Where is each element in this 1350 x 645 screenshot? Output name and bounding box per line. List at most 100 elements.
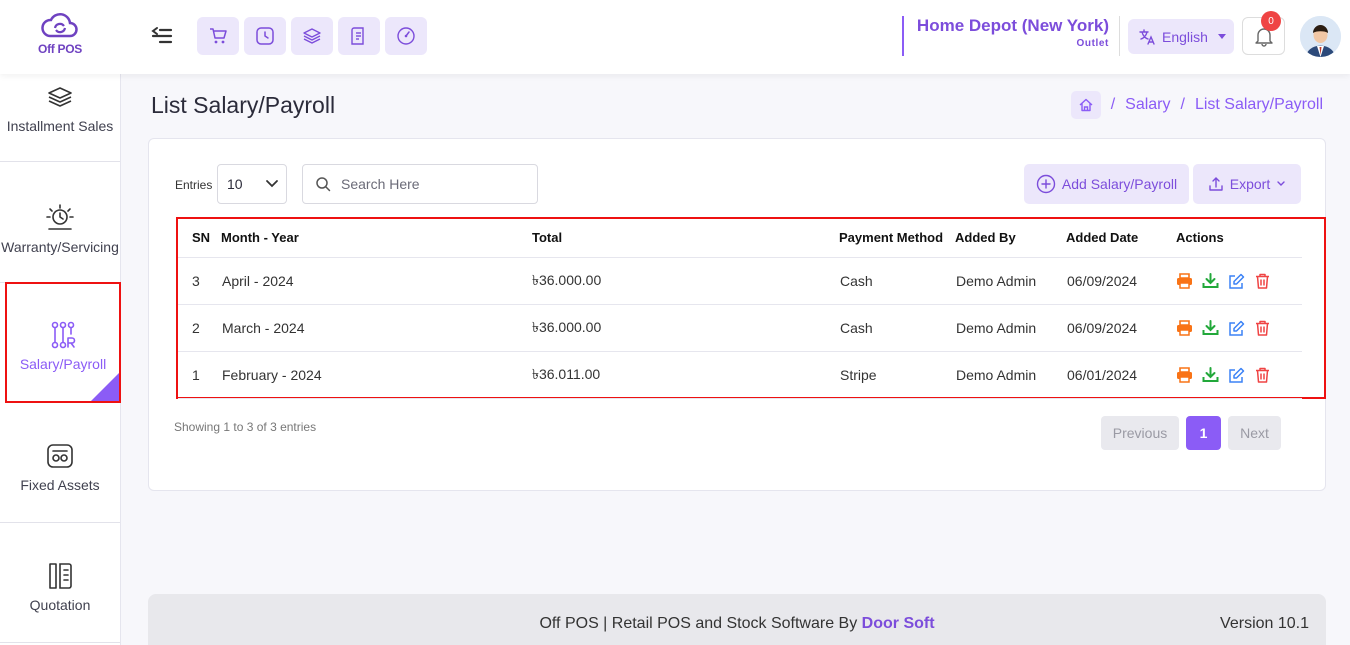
document-shortcut-button[interactable] xyxy=(338,17,380,55)
download-icon[interactable] xyxy=(1202,319,1219,336)
cart-icon xyxy=(210,28,227,44)
table-row: 1 February - 2024 ৳36.011.00 Stripe Demo… xyxy=(178,351,1302,399)
page-title: List Salary/Payroll xyxy=(151,92,336,118)
sidebar: Installment Sales Warranty/Servicing Sal… xyxy=(0,74,121,645)
footer-brand-link[interactable]: Door Soft xyxy=(862,615,935,632)
dashboard-shortcut-button[interactable] xyxy=(385,17,427,55)
chevron-down-icon xyxy=(1217,34,1226,39)
print-icon[interactable] xyxy=(1176,366,1193,383)
sidebar-item-quotation[interactable]: Quotation xyxy=(0,523,120,643)
layers-shortcut-button[interactable] xyxy=(291,17,333,55)
cell-payment-method: Cash xyxy=(839,304,955,352)
column-header-payment-method[interactable]: Payment Method xyxy=(839,219,955,258)
column-header-total[interactable]: Total xyxy=(532,219,839,258)
version-label: Version 10.1 xyxy=(1220,615,1309,632)
table-header-row: SN Month - Year Total Payment Method Add… xyxy=(178,219,1302,258)
app-logo[interactable]: Off POS xyxy=(20,10,100,66)
next-page-button[interactable]: Next xyxy=(1228,416,1281,450)
delete-icon[interactable] xyxy=(1254,273,1271,289)
cell-sn: 1 xyxy=(178,351,221,399)
cell-added-date: 06/01/2024 xyxy=(1066,351,1176,399)
entries-label: Entries xyxy=(175,178,213,192)
quotation-icon xyxy=(0,559,120,593)
translate-icon xyxy=(1139,28,1155,45)
salary-list-card: Entries 10 Add Salary/Payroll Export xyxy=(148,138,1326,491)
export-button[interactable]: Export xyxy=(1193,164,1301,204)
table-row: 3 April - 2024 ৳36.000.00 Cash Demo Admi… xyxy=(178,257,1302,305)
column-header-month-year[interactable]: Month - Year xyxy=(221,219,532,258)
cell-added-by: Demo Admin xyxy=(955,351,1066,399)
previous-page-button[interactable]: Previous xyxy=(1101,416,1179,450)
edit-icon[interactable] xyxy=(1228,320,1245,336)
edit-icon[interactable] xyxy=(1228,273,1245,289)
upload-icon xyxy=(1209,177,1223,191)
salary-table: SN Month - Year Total Payment Method Add… xyxy=(178,219,1302,399)
column-header-added-by[interactable]: Added By xyxy=(955,219,1066,258)
breadcrumb-separator: / xyxy=(1110,96,1116,113)
cell-actions xyxy=(1176,257,1302,305)
export-button-label: Export xyxy=(1229,176,1271,192)
entries-select[interactable]: 10 xyxy=(217,164,287,204)
breadcrumb-home-button[interactable] xyxy=(1070,91,1101,119)
language-dropdown[interactable]: English xyxy=(1128,19,1234,54)
outlet-name: Home Depot (New York) xyxy=(916,16,1109,35)
cell-added-date: 06/09/2024 xyxy=(1066,257,1176,305)
cell-month-year: February - 2024 xyxy=(221,351,532,399)
delete-icon[interactable] xyxy=(1254,367,1271,383)
edit-icon[interactable] xyxy=(1228,367,1245,383)
print-icon[interactable] xyxy=(1176,319,1193,336)
payroll-icon xyxy=(7,318,119,352)
warranty-icon xyxy=(0,201,120,235)
clock-shortcut-button[interactable] xyxy=(244,17,286,55)
cell-total: ৳36.000.00 xyxy=(532,257,839,305)
delete-icon[interactable] xyxy=(1254,320,1271,336)
page-1-button[interactable]: 1 xyxy=(1186,416,1221,450)
entries-info: Showing 1 to 3 of 3 entries xyxy=(174,420,317,434)
outlet-selector[interactable]: Home Depot (New York) Outlet xyxy=(902,16,1109,56)
print-icon[interactable] xyxy=(1176,272,1193,289)
breadcrumb: / Salary / List Salary/Payroll xyxy=(1070,91,1323,119)
download-icon[interactable] xyxy=(1202,366,1219,383)
cell-total: ৳36.011.00 xyxy=(532,351,839,399)
breadcrumb-salary-link[interactable]: Salary xyxy=(1125,96,1170,114)
chevron-down-icon xyxy=(265,180,278,188)
sidebar-item-label: Salary/Payroll xyxy=(19,356,107,372)
outlet-label: Outlet xyxy=(1076,38,1109,49)
logo-text: Off POS xyxy=(38,42,82,56)
logo-cloud-icon xyxy=(41,13,78,38)
header-divider xyxy=(1119,16,1120,56)
sidebar-item-warranty-servicing[interactable]: Warranty/Servicing xyxy=(0,163,120,283)
footer-credit: Off POS | Retail POS and Stock Software … xyxy=(148,615,1326,633)
cell-added-by: Demo Admin xyxy=(955,257,1066,305)
assets-icon xyxy=(0,439,120,473)
download-icon[interactable] xyxy=(1202,272,1219,289)
sidebar-item-label: Fixed Assets xyxy=(20,477,100,493)
cell-sn: 2 xyxy=(178,304,221,352)
document-icon xyxy=(351,27,364,45)
column-header-sn[interactable]: SN xyxy=(178,219,221,258)
search-icon xyxy=(316,177,331,192)
menu-toggle-button[interactable] xyxy=(150,24,174,48)
search-input[interactable] xyxy=(341,176,521,192)
sidebar-item-label: Warranty/Servicing xyxy=(1,239,119,255)
add-salary-payroll-button[interactable]: Add Salary/Payroll xyxy=(1024,164,1189,204)
sidebar-item-salary-payroll[interactable]: Salary/Payroll xyxy=(5,282,121,403)
layers-icon xyxy=(303,28,321,44)
home-icon xyxy=(1079,98,1093,112)
sidebar-item-fixed-assets[interactable]: Fixed Assets xyxy=(0,403,120,523)
cell-actions xyxy=(1176,304,1302,352)
footer-text: Off POS | Retail POS and Stock Software … xyxy=(539,615,862,632)
gauge-icon xyxy=(397,27,415,45)
cell-month-year: April - 2024 xyxy=(221,257,532,305)
plus-circle-icon xyxy=(1036,174,1056,194)
pagination: Previous 1 Next xyxy=(1101,416,1281,450)
salary-table-container: SN Month - Year Total Payment Method Add… xyxy=(176,217,1326,399)
table-row: 2 March - 2024 ৳36.000.00 Cash Demo Admi… xyxy=(178,304,1302,352)
chevron-down-icon xyxy=(1277,181,1285,186)
notification-count-badge: 0 xyxy=(1261,11,1281,31)
add-button-label: Add Salary/Payroll xyxy=(1061,176,1178,192)
cell-sn: 3 xyxy=(178,257,221,305)
column-header-added-date[interactable]: Added Date xyxy=(1066,219,1176,258)
user-avatar[interactable] xyxy=(1300,16,1341,57)
cart-shortcut-button[interactable] xyxy=(197,17,239,55)
